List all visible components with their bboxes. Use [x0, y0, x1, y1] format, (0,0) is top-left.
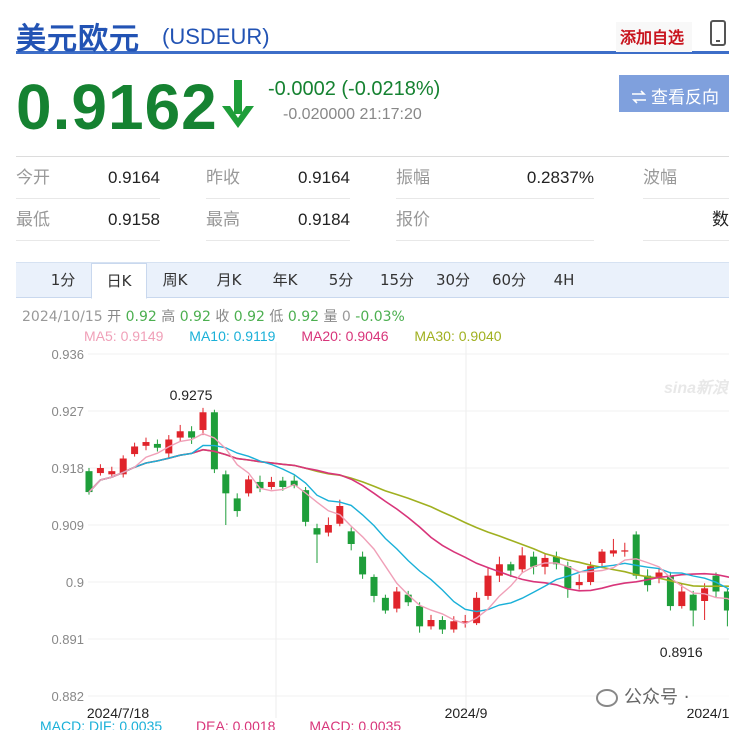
candle-body [222, 474, 230, 494]
candle-body [347, 531, 355, 544]
macd-dif-label: MACD: DIF: 0.0035 [40, 718, 163, 730]
tab-4h[interactable]: 4H [544, 263, 584, 298]
tab-15min[interactable]: 15分 [372, 263, 422, 298]
candle-body [621, 550, 629, 552]
candle-body [450, 621, 458, 630]
candle-body [199, 412, 207, 430]
mobile-phone-icon[interactable] [710, 20, 726, 46]
sina-logo: sina新浪 [664, 380, 729, 397]
stats-table: 今开 0.9164 昨收 0.9164 振幅 0.2837% 波幅 最低 0.9158 … [16, 156, 729, 242]
candle-body [370, 576, 378, 596]
candle-body [438, 620, 446, 630]
candle-body [245, 479, 253, 494]
ma20-line [88, 448, 729, 592]
tab-weekly[interactable]: 周K [150, 263, 200, 298]
candle-body [324, 525, 332, 533]
stat-low: 最低 0.9158 [16, 199, 160, 241]
down-arrow-icon [222, 80, 254, 128]
candle-body [609, 550, 617, 554]
candle-body [96, 468, 104, 474]
tab-60min[interactable]: 60分 [484, 263, 534, 298]
tab-yearly[interactable]: 年K [260, 263, 310, 298]
kline-chart[interactable]: 0.936 0.927 0.918 0.909 0.9 0.891 0.882 0.9275 0… [0, 342, 729, 718]
stat-data: 数 [643, 199, 729, 241]
wechat-icon [596, 689, 618, 707]
candle-body [131, 446, 139, 455]
candle-body [176, 431, 184, 438]
ma5-line [88, 432, 729, 625]
y-tick-label: 0.9 [66, 575, 84, 590]
candle-body [416, 606, 424, 627]
add-favorite-button[interactable]: 添加自选 [616, 22, 693, 52]
y-tick-label: 0.927 [51, 404, 84, 419]
bar-info: 2024/10/15 开 0.92 高 0.92 收 0.92 低 0.92 量… [22, 309, 405, 325]
candle-body [598, 551, 606, 563]
candle-body [507, 564, 515, 571]
candle-body [267, 481, 275, 487]
candle-body [393, 591, 401, 609]
tab-5min[interactable]: 5分 [320, 263, 362, 298]
x-axis-label: 2024/7/18 [87, 705, 149, 718]
candle-body [381, 597, 389, 611]
macd-dea-label: DEA: 0.0018 [196, 718, 276, 730]
candle-body [233, 498, 241, 512]
stat-open: 今开 0.9164 [16, 157, 160, 199]
candle-body [689, 594, 697, 611]
candle-body [188, 431, 196, 438]
price-change: -0.0002 (-0.0218%) [268, 78, 441, 100]
candle-body [632, 534, 640, 576]
price-annotation: 0.9275 [170, 387, 213, 403]
y-tick-label: 0.918 [51, 461, 84, 476]
macd-legend: MACD: DIF: 0.0035 DEA: 0.0018 MACD: 0.00… [40, 718, 431, 730]
currency-code: (USDEUR) [162, 24, 270, 49]
tab-30min[interactable]: 30分 [428, 263, 478, 298]
candle-body [313, 528, 321, 535]
macd-value-label: MACD: 0.0035 [309, 718, 402, 730]
candle-body [723, 591, 729, 611]
current-price: 0.9162 [16, 71, 218, 143]
stat-prev-close: 昨收 0.9164 [206, 157, 350, 199]
candle-body [495, 564, 503, 576]
y-tick-label: 0.882 [51, 689, 84, 704]
candle-body [142, 442, 150, 446]
tab-monthly[interactable]: 月K [204, 263, 254, 298]
stat-volatility: 波幅 [643, 157, 729, 199]
swap-icon [632, 90, 646, 104]
candle-body [518, 555, 526, 570]
candle-body [153, 443, 161, 448]
candle-body [427, 620, 435, 627]
candle-body [484, 575, 492, 596]
candle-body [279, 480, 287, 487]
price-annotation: 0.8916 [660, 644, 703, 660]
update-time: -0.020000 21:17:20 [283, 106, 422, 123]
candle-body [575, 582, 583, 586]
y-tick-label: 0.936 [51, 347, 84, 362]
ma10-line [88, 444, 729, 613]
candle-body [678, 591, 686, 607]
y-tick-label: 0.891 [51, 632, 84, 647]
reverse-rate-button[interactable]: 查看反向汇 [619, 75, 729, 133]
candle-body [359, 556, 367, 575]
watermark: 公众号 · [596, 683, 729, 709]
y-tick-label: 0.909 [51, 518, 84, 533]
stat-quote: 报价 [396, 199, 594, 241]
stat-amplitude: 振幅 0.2837% [396, 157, 594, 199]
page-title: 美元欧元 [16, 22, 140, 57]
tab-1min[interactable]: 1分 [40, 263, 86, 298]
candle-body [108, 471, 116, 475]
ma30-line [88, 448, 729, 588]
period-tabs: 1分 日K 周K 月K 年K 5分 15分 30分 60分 4H [16, 262, 729, 299]
title-bar: 美元欧元 (USDEUR) 添加自选 [16, 8, 729, 57]
x-axis-label: 2024/9 [445, 705, 488, 718]
stat-high: 最高 0.9184 [206, 199, 350, 241]
tab-daily[interactable]: 日K [91, 263, 147, 299]
